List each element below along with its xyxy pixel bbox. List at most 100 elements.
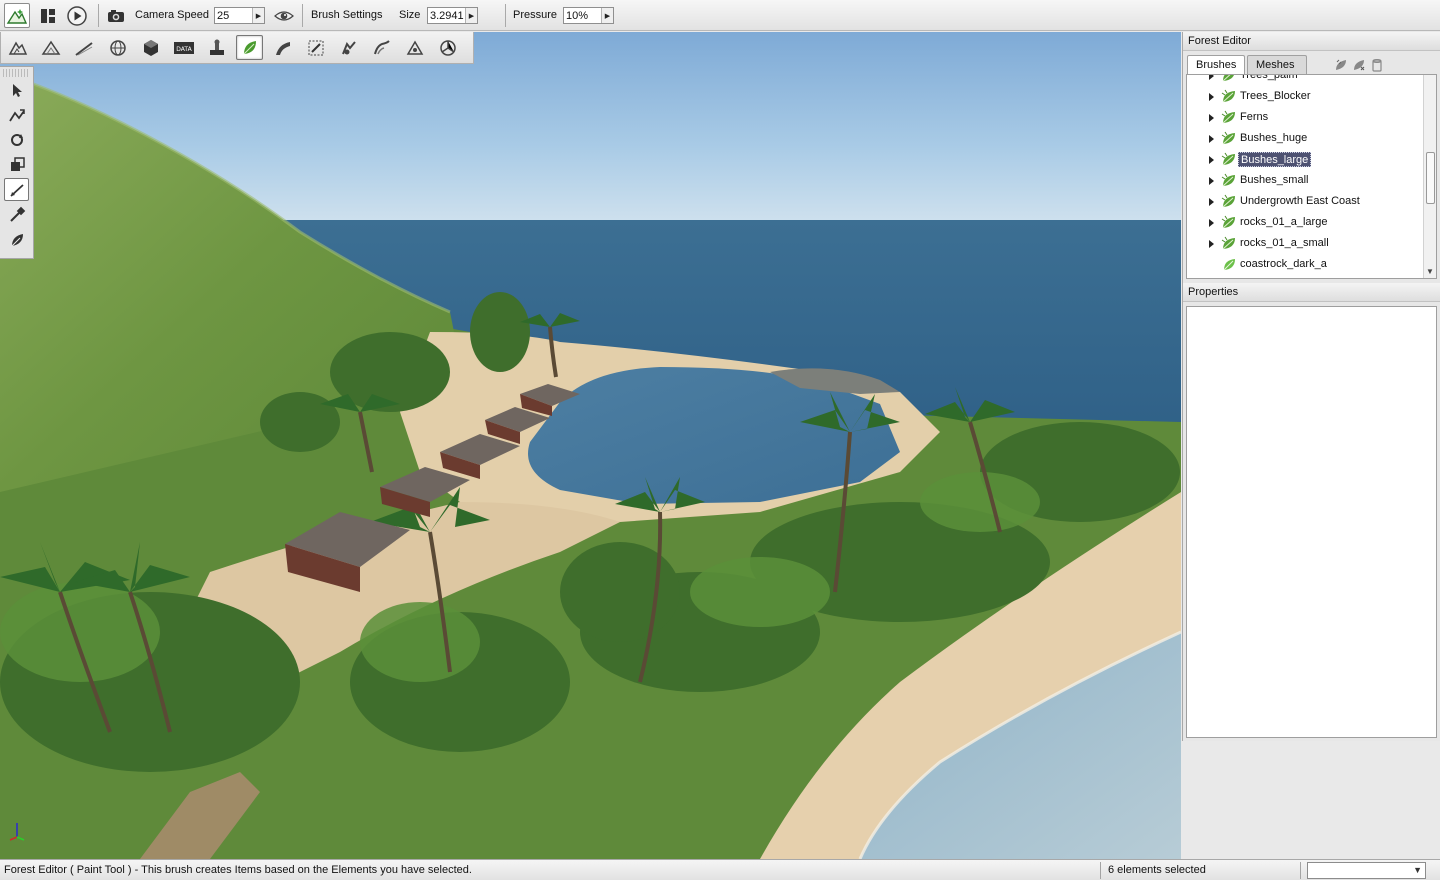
tool-navmesh[interactable]	[335, 35, 362, 60]
tree-item-rocks-large[interactable]: rocks_01_a_large	[1187, 212, 1423, 233]
tree-scroll-thumb[interactable]	[1426, 152, 1435, 204]
tool-shape-editor[interactable]	[434, 35, 461, 60]
tool-decal-editor[interactable]	[203, 35, 230, 60]
palette-move[interactable]	[4, 103, 29, 126]
expand-arrow-icon[interactable]	[1209, 135, 1214, 143]
palette-erase[interactable]	[4, 203, 29, 226]
tree-item-label: Undergrowth East Coast	[1240, 195, 1360, 207]
brush-size-field[interactable]: 3.2941 ▶	[427, 7, 478, 24]
palette-paint[interactable]	[4, 178, 29, 201]
tool-terrain-editor[interactable]	[4, 35, 31, 60]
new-element-icon	[1354, 60, 1365, 71]
brush-settings-label: Brush Settings	[311, 9, 383, 21]
convex-editor-icon	[373, 39, 390, 54]
scroll-down-icon[interactable]: ▼	[1426, 267, 1434, 276]
tool-object-editor[interactable]	[137, 35, 164, 60]
properties-title: Properties	[1183, 283, 1440, 302]
expand-arrow-icon[interactable]	[1209, 198, 1214, 206]
status-dropdown[interactable]: ▼	[1307, 862, 1426, 879]
tree-item-bushes-huge[interactable]: Bushes_huge	[1187, 128, 1423, 149]
tree-item-trees-palm[interactable]: Trees_palm	[1187, 74, 1423, 86]
size-label: Size	[399, 9, 421, 21]
tree-item-label: Trees_palm	[1240, 74, 1298, 81]
tool-terrain-painter[interactable]	[37, 35, 64, 60]
forest-editor-tabs: Brushes Meshes	[1187, 55, 1437, 76]
visibility-eye-icon	[274, 10, 294, 21]
object-editor-icon	[143, 39, 158, 56]
tool-datablock-editor[interactable]: DATA	[170, 35, 197, 60]
road-editor-icon	[74, 41, 93, 56]
pressure-label: Pressure	[513, 9, 558, 21]
leaf-icon	[1221, 131, 1235, 145]
scale-item-icon	[10, 156, 25, 171]
tool-road-editor[interactable]	[70, 35, 97, 60]
rotate-item-icon	[10, 133, 23, 146]
new-brush-icon	[1336, 59, 1346, 70]
tool-particle-editor[interactable]	[401, 35, 428, 60]
main-toolbar: Camera Speed 25 ▶ Brush Settings Size 3.…	[0, 0, 1440, 31]
trash-icon	[1372, 59, 1382, 72]
tool-convex-editor[interactable]	[368, 35, 395, 60]
editor-mode-button[interactable]	[4, 3, 30, 28]
tree-item-coastrock-dark-a[interactable]: coastrock_dark_a	[1187, 254, 1423, 275]
tool-mesh-road[interactable]	[269, 35, 296, 60]
pressure-arrow-icon[interactable]: ▶	[601, 8, 613, 23]
window-layout-button[interactable]	[35, 3, 61, 28]
leaf-icon	[1221, 110, 1235, 124]
camera-speed-label: Camera Speed	[135, 9, 209, 21]
tree-item-bushes-small[interactable]: Bushes_small	[1187, 170, 1423, 191]
tool-world-editor[interactable]	[104, 35, 131, 60]
expand-arrow-icon[interactable]	[1209, 177, 1214, 185]
shape-editor-icon	[439, 39, 456, 56]
brush-tree[interactable]: Trees_palm Trees_Blocker Ferns Bushes_hu…	[1186, 74, 1437, 279]
pressure-field[interactable]: 10% ▶	[563, 7, 614, 24]
delete-button[interactable]	[1369, 57, 1385, 73]
palette-rotate[interactable]	[4, 128, 29, 151]
status-message: Forest Editor ( Paint Tool ) - This brus…	[4, 864, 472, 876]
leaf-icon	[1221, 215, 1235, 229]
pressure-value: 10%	[566, 9, 589, 22]
particle-editor-icon	[406, 40, 423, 55]
camera-speed-field[interactable]: 25 ▶	[214, 7, 265, 24]
forest-editor-title: Forest Editor	[1183, 32, 1440, 51]
tree-item-rocks-small[interactable]: rocks_01_a_small	[1187, 233, 1423, 254]
brush-size-arrow-icon[interactable]: ▶	[465, 8, 477, 23]
expand-arrow-icon[interactable]	[1209, 219, 1214, 227]
tree-item-label-selected: Bushes_large	[1238, 152, 1312, 167]
visibility-button[interactable]	[271, 3, 297, 28]
leaf-icon	[1221, 236, 1235, 250]
tree-item-ferns[interactable]: Ferns	[1187, 107, 1423, 128]
erase-brush-icon	[9, 206, 25, 222]
play-game-button[interactable]	[64, 3, 90, 28]
tool-river-editor[interactable]	[302, 35, 329, 60]
leaf-icon	[1221, 194, 1235, 208]
expand-arrow-icon[interactable]	[1209, 114, 1214, 122]
scene-viewport[interactable]: DATA	[0, 32, 1181, 859]
expand-arrow-icon[interactable]	[1209, 93, 1214, 101]
tree-item-trees-blocker[interactable]: Trees_Blocker	[1187, 86, 1423, 107]
erase-selected-icon	[11, 233, 23, 246]
camera-button[interactable]	[103, 3, 129, 28]
selection-count: 6 elements selected	[1108, 864, 1206, 876]
palette-scale[interactable]	[4, 153, 29, 176]
expand-arrow-icon[interactable]	[1209, 156, 1214, 164]
palette-erase-selected[interactable]	[4, 228, 29, 251]
play-icon	[67, 5, 87, 26]
camera-speed-arrow-icon[interactable]: ▶	[252, 8, 264, 23]
new-brush-button[interactable]	[1333, 57, 1349, 73]
tab-meshes[interactable]: Meshes	[1247, 55, 1307, 75]
camera-icon	[108, 9, 124, 22]
expand-arrow-icon[interactable]	[1209, 75, 1214, 80]
expand-arrow-icon[interactable]	[1209, 240, 1214, 248]
tool-forest-editor[interactable]	[236, 35, 263, 60]
tab-brushes[interactable]: Brushes	[1187, 55, 1245, 76]
properties-area[interactable]	[1186, 306, 1437, 738]
move-item-icon	[8, 108, 25, 121]
tree-scrollbar[interactable]: ▼	[1423, 75, 1436, 278]
palette-grip[interactable]	[3, 69, 30, 77]
tree-item-undergrowth-east-coast[interactable]: Undergrowth East Coast	[1187, 191, 1423, 212]
palette-select[interactable]	[4, 78, 29, 101]
tree-item-bushes-large[interactable]: Bushes_large	[1187, 149, 1423, 170]
river-editor-icon	[308, 40, 323, 55]
new-element-button[interactable]	[1351, 57, 1367, 73]
